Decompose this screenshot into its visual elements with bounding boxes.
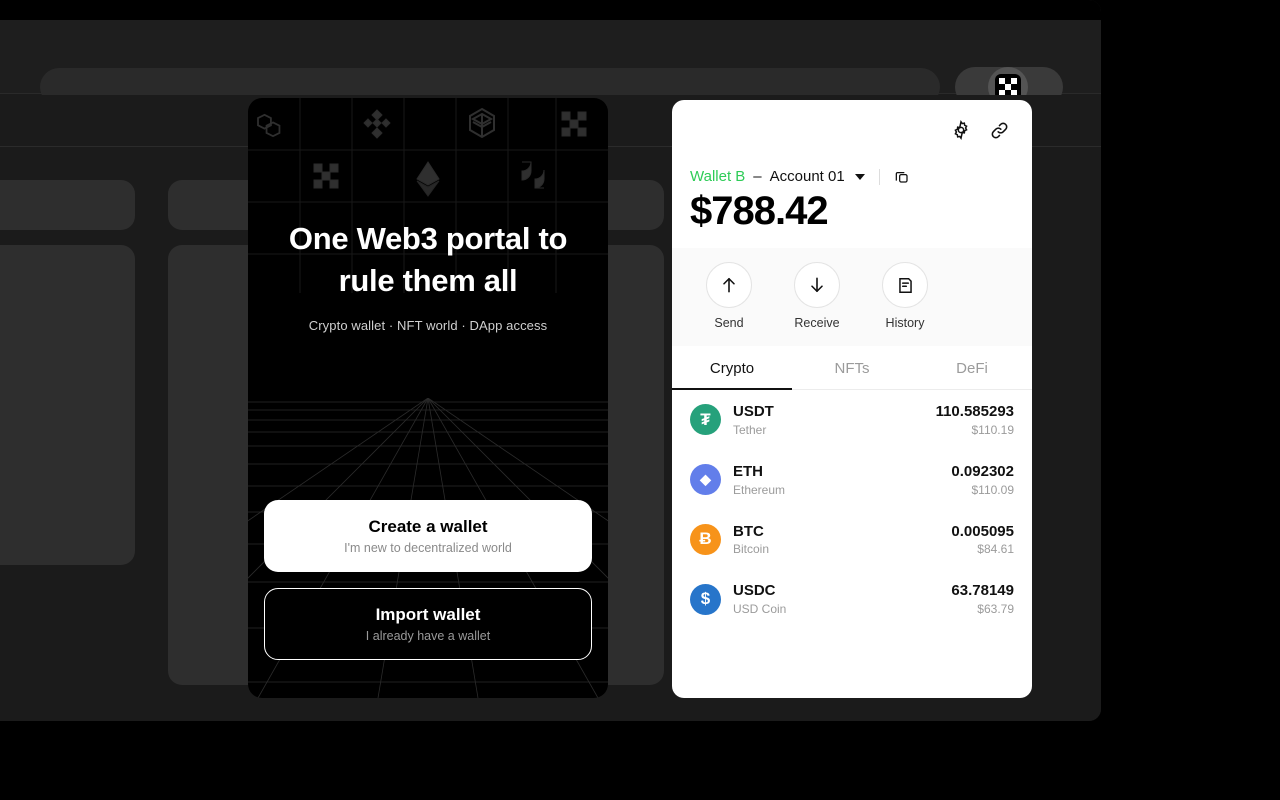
wallet-separator: – <box>753 168 762 185</box>
hero-subtitle: Crypto wallet · NFT world · DApp access <box>308 317 548 333</box>
token-amount: 63.78149 <box>951 582 1014 600</box>
arrow-down-icon <box>794 262 840 308</box>
account-selector[interactable]: Wallet B – Account 01 <box>672 168 1032 185</box>
account-name-label: Account 01 <box>769 168 845 185</box>
receive-action-button[interactable]: Receive <box>778 262 856 330</box>
polkadot-icon <box>521 161 545 189</box>
arrow-up-icon <box>706 262 752 308</box>
history-action-button[interactable]: History <box>866 262 944 330</box>
link-chain-icon[interactable] <box>989 120 1010 141</box>
btc-icon: Ƀ <box>690 523 721 555</box>
token-symbol: USDC <box>733 582 776 600</box>
eth-icon: ◆ <box>690 464 721 496</box>
import-wallet-subtitle: I already have a wallet <box>365 629 491 643</box>
token-symbol: BTC <box>733 522 764 540</box>
okx-icon <box>561 111 587 137</box>
token-name: Bitcoin <box>733 542 770 557</box>
token-symbol: ETH <box>733 462 763 480</box>
token-symbol: USDT <box>733 403 774 420</box>
usdt-icon: ₮ <box>690 404 721 436</box>
wallet-actions: Send Receive History <box>672 248 1032 346</box>
table-row[interactable]: ◆ ETH Ethereum 0.092302 $110.09 <box>672 450 1032 510</box>
browser-toolbar <box>0 20 1101 107</box>
ethereum-icon <box>416 161 440 197</box>
table-row[interactable]: $ USDC USD Coin 63.78149 $63.79 <box>672 569 1032 629</box>
history-action-label: History <box>885 316 925 330</box>
token-fiat-value: $63.79 <box>977 602 1014 616</box>
tab-crypto[interactable]: Crypto <box>672 346 792 390</box>
token-fiat-value: $110.09 <box>971 482 1015 497</box>
receive-action-label: Receive <box>794 316 840 330</box>
placeholder-card <box>0 180 135 230</box>
token-name: Ethereum <box>733 482 786 497</box>
total-balance: $788.42 <box>690 189 829 233</box>
token-name: Tether <box>733 422 767 437</box>
create-wallet-title: Create a wallet <box>368 517 488 536</box>
token-name: USD Coin <box>733 602 787 616</box>
tab-defi[interactable]: DeFi <box>912 346 1032 389</box>
hero-title: One Web3 portal to rule them all <box>288 221 568 298</box>
chevron-down-icon[interactable] <box>854 173 865 180</box>
create-wallet-button[interactable]: Create a wallet I'm new to decentralized… <box>264 500 592 572</box>
copy-icon[interactable] <box>894 169 910 185</box>
import-wallet-button[interactable]: Import wallet I already have a wallet <box>264 588 592 660</box>
polygon-icon <box>257 113 281 138</box>
create-wallet-subtitle: I'm new to decentralized world <box>344 541 512 555</box>
send-action-label: Send <box>714 316 744 330</box>
send-action-button[interactable]: Send <box>690 262 768 330</box>
token-amount: 110.585293 <box>935 403 1014 420</box>
token-fiat-value: $110.19 <box>971 422 1015 437</box>
tab-nfts[interactable]: NFTs <box>792 346 912 389</box>
binance-icon <box>363 109 391 139</box>
wallet-name-label: Wallet B <box>690 168 746 185</box>
popup-top-bar <box>672 100 1032 160</box>
placeholder-card <box>0 245 135 565</box>
gear-icon[interactable] <box>951 120 971 140</box>
table-row[interactable]: ₮ USDT Tether 110.585293 $110.19 <box>672 390 1032 450</box>
import-wallet-title: Import wallet <box>375 605 481 624</box>
usdc-icon: $ <box>690 583 721 615</box>
table-row[interactable]: Ƀ BTC Bitcoin 0.005095 $84.61 <box>672 510 1032 570</box>
token-amount: 0.092302 <box>951 462 1014 480</box>
wallet-tabs: Crypto NFTs DeFi <box>672 346 1032 390</box>
fantom-icon <box>469 107 495 139</box>
wallet-extension-popup: Wallet B – Account 01 $788.42 Send Recei… <box>672 100 1032 698</box>
token-fiat-value: $84.61 <box>977 542 1014 557</box>
divider <box>878 168 880 185</box>
browser-title-bar <box>0 0 1101 20</box>
document-list-icon <box>882 262 928 308</box>
token-list: ₮ USDT Tether 110.585293 $110.19 ◆ ETH E… <box>672 390 1032 698</box>
token-amount: 0.005095 <box>951 522 1014 540</box>
okx-icon <box>313 163 339 189</box>
hero-section: One Web3 portal to rule them all Crypto … <box>248 218 608 333</box>
